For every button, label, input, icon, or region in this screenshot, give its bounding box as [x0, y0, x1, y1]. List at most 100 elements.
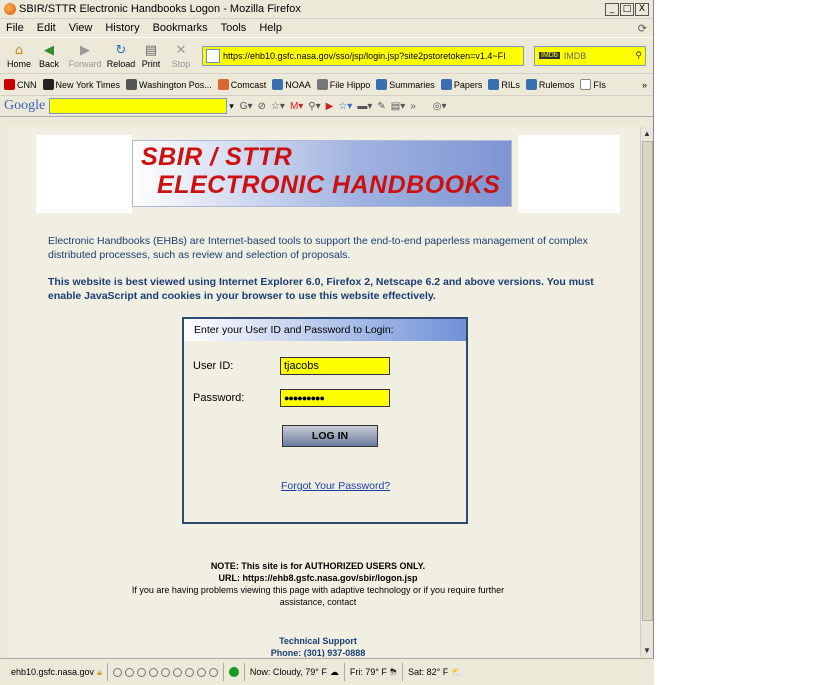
weather-now[interactable]: Now: Cloudy, 79° F ☁	[245, 663, 345, 681]
bookmarks-overflow-icon[interactable]: »	[642, 80, 647, 90]
translate-icon[interactable]: ⚲▾	[308, 101, 320, 112]
media-button-icon[interactable]	[148, 667, 158, 677]
bookmark-comcast[interactable]: Comcast	[217, 79, 266, 90]
media-button-icon[interactable]	[136, 667, 146, 677]
window-title: SBIR/STTR Electronic Handbooks Logon - M…	[19, 3, 301, 15]
back-arrow-icon: ◀	[44, 42, 54, 58]
media-button-icon[interactable]	[184, 667, 194, 677]
bookmark-cnn[interactable]: CNN	[4, 79, 37, 90]
search-placeholder: IMDB	[563, 50, 587, 61]
support-link[interactable]: Technical Support	[128, 635, 508, 647]
reload-button[interactable]: ↻ Reload	[106, 43, 136, 69]
authorized-note: NOTE: This site is for AUTHORIZED USERS …	[128, 560, 508, 608]
userid-label: User ID:	[193, 360, 234, 372]
search-box[interactable]: IMDb IMDB ⚲	[534, 45, 646, 66]
print-button[interactable]: ▤ Print	[136, 43, 166, 69]
note-line-1: NOTE: This site is for AUTHORIZED USERS …	[210, 561, 426, 571]
media-button-icon[interactable]	[160, 667, 170, 677]
imdb-engine-icon: IMDb	[539, 52, 560, 59]
bookmark-rils[interactable]: RILs	[488, 79, 520, 90]
note-line-3: If you are having problems viewing this …	[131, 585, 505, 607]
sbir-banner: SBIR / STTR ELECTRONIC HANDBOOKS	[132, 140, 512, 207]
scroll-thumb[interactable]	[642, 141, 653, 621]
menu-edit[interactable]: Edit	[37, 22, 56, 34]
status-host: ehb10.gsfc.nasa.gov 🔒︎	[6, 663, 108, 681]
home-icon: ⌂	[14, 42, 24, 58]
page-content: SBIR / STTR ELECTRONIC HANDBOOKS Electro…	[8, 127, 640, 657]
media-button-icon[interactable]	[208, 667, 218, 677]
reload-label: Reload	[106, 58, 136, 69]
media-button-icon[interactable]	[196, 667, 206, 677]
login-heading: Enter your User ID and Password to Login…	[184, 319, 466, 341]
search-icon[interactable]: ⚲	[635, 50, 642, 61]
bookmark-label: RILs	[501, 79, 520, 90]
bookmark-label: File Hippo	[329, 79, 371, 90]
gmail-icon[interactable]: M▾	[290, 101, 303, 112]
back-button[interactable]: ◀ Back	[34, 43, 64, 69]
bookmark-washington-post[interactable]: Washington Pos...	[126, 79, 212, 90]
media-button-icon[interactable]	[112, 667, 122, 677]
menu-bar: File Edit View History Bookmarks Tools H…	[0, 19, 653, 37]
menu-tools[interactable]: Tools	[221, 22, 247, 34]
popup-blocker-icon[interactable]: ⊘	[258, 101, 266, 112]
vertical-scrollbar[interactable]: ▲ ▼	[640, 127, 653, 657]
bookmark-filehippo[interactable]: File Hippo	[316, 79, 371, 90]
partly-cloudy-icon: ⛅	[451, 666, 463, 677]
youtube-icon[interactable]: ▶	[326, 101, 334, 112]
menu-history[interactable]: History	[105, 22, 139, 34]
scroll-down-icon[interactable]: ▼	[641, 644, 653, 657]
navigation-toolbar: ⌂ Home ◀ Back ▶ Forward ↻ Reload ▤ Print…	[0, 37, 653, 73]
home-button[interactable]: ⌂ Home	[4, 43, 34, 69]
bookmark-nyt[interactable]: New York Times	[42, 79, 120, 90]
browser-note-paragraph: This website is best viewed using Intern…	[48, 276, 594, 302]
bookmark-label: CNN	[17, 79, 37, 90]
userid-input[interactable]: tjacobs	[280, 357, 390, 375]
google-search-input[interactable]	[49, 98, 228, 114]
media-button-icon[interactable]	[124, 667, 134, 677]
google-logo: Google	[4, 98, 46, 113]
google-dropdown-icon[interactable]: ▾	[229, 101, 234, 112]
stop-icon: ✕	[175, 42, 187, 58]
wapo-icon	[126, 79, 138, 90]
banner-title-line1: SBIR / STTR	[141, 143, 293, 171]
maximize-button[interactable]: □	[620, 2, 634, 16]
cnn-icon	[4, 79, 15, 90]
settings-icon[interactable]: ◎▾	[433, 101, 447, 112]
close-button[interactable]: X	[635, 2, 649, 16]
browser-window: SBIR/STTR Electronic Handbooks Logon - M…	[0, 0, 654, 685]
media-controls	[108, 663, 224, 681]
address-bar[interactable]: https://ehb10.gsfc.nasa.gov/sso/jsp/logi…	[202, 45, 524, 66]
title-bar: SBIR/STTR Electronic Handbooks Logon - M…	[0, 0, 653, 19]
forward-label: Forward	[68, 58, 102, 69]
bookmark-papers[interactable]: Papers	[440, 79, 482, 90]
menu-view[interactable]: View	[69, 22, 93, 34]
bookmark-label: Rulemos	[538, 79, 575, 90]
bookmark-noaa[interactable]: NOAA	[272, 79, 311, 90]
stop-button[interactable]: ✕ Stop	[166, 43, 196, 69]
page-icon	[376, 79, 388, 90]
page-icon	[272, 79, 284, 90]
menu-file[interactable]: File	[6, 22, 24, 34]
spellcheck-icon[interactable]: ✎	[377, 101, 385, 112]
minimize-button[interactable]: _	[605, 2, 619, 16]
bookmark-fis[interactable]: FIs	[580, 79, 606, 90]
google-search-icon[interactable]: G▾	[240, 101, 253, 112]
login-button[interactable]: LOG IN	[282, 425, 378, 447]
bookmark-icon[interactable]: ☆▾	[271, 101, 285, 112]
autofill-icon[interactable]: ▤▾	[391, 101, 405, 112]
star-icon[interactable]: ☆▾	[338, 101, 352, 112]
forgot-password-link[interactable]: Forgot Your Password?	[281, 480, 390, 492]
weather-fri[interactable]: Fri: 79° F ⛈	[345, 663, 404, 681]
forward-button[interactable]: ▶ Forward	[64, 43, 106, 69]
media-button-icon[interactable]	[172, 667, 182, 677]
menu-help[interactable]: Help	[259, 22, 282, 34]
weather-sat[interactable]: Sat: 82° F ⛅	[403, 663, 467, 681]
bookmark-summaries[interactable]: Summaries	[376, 79, 435, 90]
page-icon	[206, 48, 220, 63]
menu-bookmarks[interactable]: Bookmarks	[153, 22, 208, 34]
bookmark-rulemos[interactable]: Rulemos	[525, 79, 575, 90]
password-input[interactable]: ●●●●●●●●●	[280, 389, 390, 407]
technical-support: Technical Support Phone: (301) 937-0888	[128, 635, 508, 657]
more-icon[interactable]: »	[410, 101, 416, 112]
scroll-up-icon[interactable]: ▲	[641, 127, 653, 140]
